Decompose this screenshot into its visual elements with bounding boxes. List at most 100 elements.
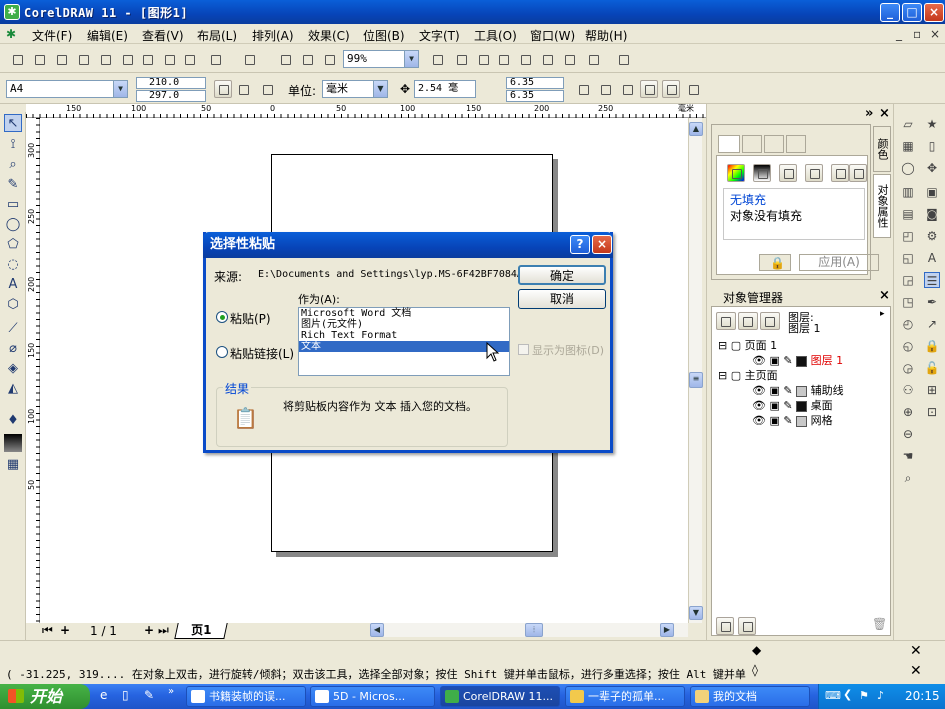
menu-file[interactable]: 文件(F): [32, 27, 72, 44]
apply-button[interactable]: 应用(A): [799, 254, 879, 271]
zoom-out-icon[interactable]: ⊖: [900, 426, 916, 442]
ellipse-tool-icon[interactable]: ◯: [4, 216, 22, 234]
vertical-ruler[interactable]: 300 250 200 150 100 50: [26, 118, 40, 623]
network-icon[interactable]: ⚑: [859, 689, 869, 702]
lock-object-icon[interactable]: ◴: [900, 316, 916, 332]
shape-tool-icon[interactable]: ⟟: [4, 136, 22, 154]
save-icon[interactable]: [52, 50, 70, 68]
padlock-icon[interactable]: 🔒: [924, 338, 940, 354]
tree-item-layer1[interactable]: 👁 ▣ ✎ 图层 1: [752, 352, 843, 368]
lock-button[interactable]: 🔒: [759, 254, 791, 271]
no-fill-swatch-icon[interactable]: ✕: [910, 643, 922, 659]
chevron-down-icon[interactable]: ▼: [113, 81, 127, 97]
ie-quicklaunch-icon[interactable]: e: [100, 688, 107, 702]
desktop-quicklaunch-icon[interactable]: ▯: [122, 688, 129, 702]
menu-effects[interactable]: 效果(C): [308, 27, 350, 44]
document-icon[interactable]: ✱: [6, 27, 16, 41]
doc-restore-button[interactable]: ▫: [913, 27, 921, 41]
simplify-icon[interactable]: ▤: [900, 206, 916, 222]
binoculars-icon[interactable]: ⚇: [900, 382, 916, 398]
basic-shapes-tool-icon[interactable]: ◌: [4, 256, 22, 274]
text-a-icon[interactable]: A: [924, 250, 940, 266]
scroll-up-button[interactable]: ▲: [689, 122, 703, 136]
zoom-all-icon[interactable]: ⌕: [900, 470, 916, 486]
menu-bitmaps[interactable]: 位图(B): [363, 27, 405, 44]
scroll-left-button[interactable]: ◀: [370, 623, 384, 637]
padlock-open-icon[interactable]: 🔓: [924, 360, 940, 376]
publish-icon[interactable]: [118, 50, 136, 68]
rectangle-tool-icon[interactable]: ▭: [4, 196, 22, 214]
snap-grid-icon[interactable]: [494, 50, 512, 68]
options-icon[interactable]: [452, 50, 470, 68]
taskbar-item[interactable]: 5D - Micros...: [310, 686, 435, 707]
zoom-levels-combo[interactable]: 99% ▼: [343, 50, 419, 68]
wireframe-icon[interactable]: [584, 50, 602, 68]
export-icon[interactable]: [298, 50, 316, 68]
maximize-button[interactable]: □: [902, 3, 922, 22]
trash-icon[interactable]: 🗑: [872, 617, 887, 631]
import-icon[interactable]: [276, 50, 294, 68]
extract-icon[interactable]: ⊞: [924, 382, 940, 398]
chevron-down-icon[interactable]: ▼: [373, 81, 387, 97]
last-page-icon[interactable]: ⏭: [158, 623, 169, 638]
draw-scale-icon[interactable]: [662, 80, 680, 98]
paste-radio[interactable]: [216, 311, 228, 323]
scroll-down-button[interactable]: ▼: [689, 606, 703, 620]
volume-icon[interactable]: ♪: [877, 689, 884, 702]
snap-guides-icon[interactable]: [516, 50, 534, 68]
vertical-scrollbar[interactable]: ▲ ≡ ▼: [688, 118, 703, 623]
interactive-blend-tool-icon[interactable]: ⬡: [4, 296, 22, 314]
add-page-before-icon[interactable]: +: [60, 623, 70, 637]
close-button[interactable]: ×: [924, 3, 944, 22]
duplicate-y-field[interactable]: 6.35: [506, 90, 564, 102]
text-tool-icon[interactable]: A: [4, 276, 22, 294]
order-front-icon[interactable]: ◶: [900, 360, 916, 376]
dialog-close-button[interactable]: ×: [592, 235, 612, 254]
paste-as-option[interactable]: 图片(元文件): [299, 319, 509, 330]
docker-close-icon[interactable]: ×: [879, 106, 890, 121]
outline-tool-icon[interactable]: ⌀: [4, 340, 22, 358]
pattern-fill-icon[interactable]: [779, 164, 797, 182]
interactive-fill-tool-icon[interactable]: ◭: [4, 380, 22, 398]
chevron-down-icon[interactable]: ▼: [404, 51, 418, 67]
help-button[interactable]: ?: [570, 235, 590, 254]
uniform-fill-icon[interactable]: [727, 164, 745, 182]
combine-icon[interactable]: ◙: [924, 206, 940, 222]
units-grid-icon[interactable]: [574, 80, 592, 98]
page-tab[interactable]: 页1: [174, 623, 228, 639]
show-properties-icon[interactable]: [716, 312, 736, 330]
break-apart-icon[interactable]: ◳: [900, 294, 916, 310]
weld-icon[interactable]: ▦: [900, 138, 916, 154]
arrow-icon[interactable]: ↗: [924, 316, 940, 332]
new-layer-icon[interactable]: [716, 617, 734, 635]
color-vtab[interactable]: 颜色: [873, 126, 891, 172]
nudge-offset-field[interactable]: 2.54 毫: [414, 80, 476, 98]
pen-icon[interactable]: ✒: [924, 294, 940, 310]
unlock-object-icon[interactable]: ◵: [900, 338, 916, 354]
group-icon[interactable]: ▣: [924, 184, 940, 200]
snap-guides-icon[interactable]: [618, 80, 636, 98]
star-icon[interactable]: ★: [924, 116, 940, 132]
quicklaunch-more-icon[interactable]: »: [168, 686, 174, 697]
paste-link-radio-label[interactable]: 粘贴链接(L): [230, 345, 294, 362]
paste-link-radio[interactable]: [216, 346, 228, 358]
taskbar-item[interactable]: 我的文档: [690, 686, 810, 707]
options-icon[interactable]: [684, 80, 702, 98]
menu-text[interactable]: 文字(T): [419, 27, 460, 44]
keyboard-icon[interactable]: ⌨: [825, 689, 841, 702]
pattern-swatch-icon[interactable]: ▦: [4, 456, 22, 474]
dynamic-guides-icon[interactable]: [560, 50, 578, 68]
taskbar-item-active[interactable]: CorelDRAW 11...: [440, 686, 560, 707]
paste-as-option[interactable]: Rich Text Format: [299, 330, 509, 341]
snap-objects-icon[interactable]: [538, 50, 556, 68]
duplicate-x-field[interactable]: 6.35: [506, 77, 564, 89]
edit-across-layers-icon[interactable]: [738, 312, 758, 330]
polygon-tool-icon[interactable]: ⬠: [4, 236, 22, 254]
menu-edit[interactable]: 编辑(E): [87, 27, 128, 44]
zoom-tool-icon[interactable]: ⌕: [4, 156, 22, 174]
treat-as-filled-icon[interactable]: [640, 80, 658, 98]
new-master-layer-icon[interactable]: [738, 617, 756, 635]
add-page-after-icon[interactable]: +: [144, 623, 154, 637]
units-combo[interactable]: 毫米 ▼: [322, 80, 388, 98]
paper-width-field[interactable]: 210.0: [136, 77, 206, 89]
